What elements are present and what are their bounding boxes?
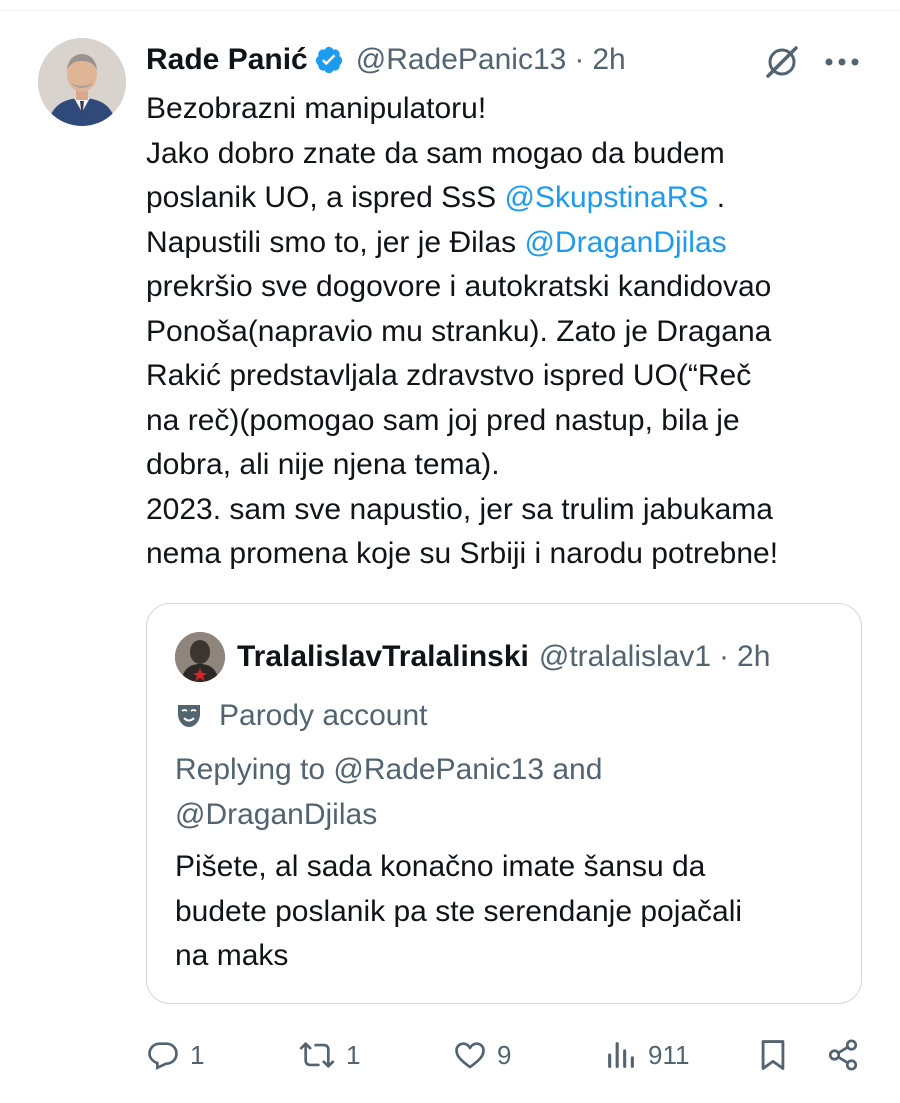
timestamp[interactable]: 2h	[592, 38, 625, 82]
tweet-text-line: Jako dobro znate da sam mogao da budem	[146, 132, 866, 177]
text-segment: poslanik UO, a ispred SsS	[146, 181, 505, 214]
text-segment: prekršio sve dogovore i autokratski kand…	[146, 270, 772, 303]
text-segment: 2023. sam sve napustio, jer sa trulim ja…	[146, 492, 773, 526]
views-count: 911	[648, 1039, 690, 1070]
tweet-text-line: poslanik UO, a ispred SsS @SkupstinaRS .	[146, 176, 866, 221]
tweet-text-line: na reč)(pomogao sam joj pred nastup, bil…	[146, 399, 866, 444]
avatar[interactable]	[38, 38, 126, 126]
quoted-tweet-card[interactable]: TralalislavTralalinski @tralalislav1 · 2…	[146, 603, 862, 1004]
share-icon	[828, 1039, 858, 1071]
author-name[interactable]: Rade Panić	[146, 38, 308, 82]
text-segment: dobra, ali nije njena tema).	[146, 448, 500, 481]
text-segment: Bezobrazni manipulatoru!	[146, 92, 487, 125]
repost-button[interactable]: 1	[298, 1030, 360, 1080]
text-segment: na reč)(pomogao sam joj pred nastup, bil…	[146, 403, 740, 437]
tweet-text-line: dobra, ali nije njena tema).	[146, 443, 866, 488]
tweet-text-line: Rakić predstavljala zdravstvo ispred UO(…	[146, 354, 866, 399]
quoted-timestamp: 2h	[737, 640, 771, 673]
quoted-header: TralalislavTralalinski @tralalislav1 · 2…	[237, 634, 770, 680]
share-button[interactable]	[826, 1030, 860, 1080]
top-divider	[0, 10, 900, 11]
like-count: 9	[497, 1039, 512, 1070]
like-button[interactable]: 9	[453, 1030, 511, 1080]
tweet-text-line: Ponoša(napravio mu stranku). Zato je Dra…	[146, 310, 866, 355]
parody-label: Parody account	[219, 699, 428, 732]
replying-line: @DraganDjilas	[175, 797, 378, 831]
mention-link[interactable]: @DraganDjilas	[524, 226, 726, 259]
tweet-text-line: Napustili smo to, jer je Đilas @DraganDj…	[146, 221, 866, 266]
separator-dot: ·	[574, 43, 585, 76]
text-segment: Napustili smo to, jer je Đilas	[146, 225, 525, 259]
replying-to: Replying to @RadePanic13 and @DraganDjil…	[175, 748, 835, 837]
tweet-text-line: 2023. sam sve napustio, jer sa trulim ja…	[146, 488, 866, 533]
tweet-text-line: Bezobrazni manipulatoru!	[146, 87, 866, 132]
author-photo	[38, 38, 126, 126]
text-segment: Rakić predstavljala zdravstvo ispred UO(…	[146, 359, 752, 392]
bookmark-button[interactable]	[758, 1030, 788, 1080]
quoted-avatar-image	[175, 632, 225, 682]
views-icon	[608, 1042, 634, 1068]
tweet-text-line: nema promena koje su Srbiji i narodu pot…	[146, 532, 866, 577]
heart-icon	[455, 1042, 485, 1069]
repost-count: 1	[346, 1039, 361, 1070]
action-bar: 1 1 9 911	[146, 1030, 866, 1080]
quoted-text-line: Pišete, al sada konačno imate šansu da	[175, 850, 706, 883]
tweet-text-line: prekršio sve dogovore i autokratski kand…	[146, 265, 866, 310]
more-icon[interactable]	[820, 40, 864, 84]
tweet-text: Bezobrazni manipulatoru! Jako dobro znate…	[146, 87, 866, 577]
grok-icon[interactable]	[760, 40, 804, 84]
text-segment: nema promena koje su Srbiji i narodu pot…	[146, 537, 779, 570]
quoted-text: Pišete, al sada konačno imate šansu da b…	[175, 845, 835, 979]
verified-badge-icon	[314, 45, 344, 75]
quoted-avatar[interactable]	[175, 632, 225, 682]
text-segment: Ponoša(napravio mu stranku). Zato je Dra…	[146, 314, 772, 348]
quoted-separator-dot: ·	[719, 640, 730, 673]
reply-button[interactable]: 1	[146, 1030, 204, 1080]
text-segment: .	[708, 181, 726, 214]
replying-line: Replying to @RadePanic13 and	[175, 753, 603, 786]
author-handle[interactable]: @RadePanic13	[356, 38, 567, 82]
tweet-header: Rade Panić @RadePanic13 · 2h	[146, 38, 626, 82]
repost-icon	[299, 1042, 335, 1068]
reply-count: 1	[190, 1039, 205, 1070]
reply-icon	[148, 1042, 178, 1070]
theater-mask-icon	[175, 702, 203, 730]
mention-link[interactable]: @SkupstinaRS	[505, 181, 709, 214]
bookmark-icon	[761, 1040, 785, 1070]
views-button[interactable]: 911	[604, 1030, 689, 1080]
quoted-text-line: na maks	[175, 939, 289, 972]
text-segment: Jako dobro znate da sam mogao da budem	[146, 136, 725, 170]
quoted-text-line: budete poslanik pa ste serendanje pojača…	[175, 894, 743, 928]
parody-label-row: Parody account	[175, 694, 427, 738]
quoted-author-name[interactable]: TralalislavTralalinski	[237, 640, 529, 674]
quoted-author-handle[interactable]: @tralalislav1	[539, 640, 711, 674]
